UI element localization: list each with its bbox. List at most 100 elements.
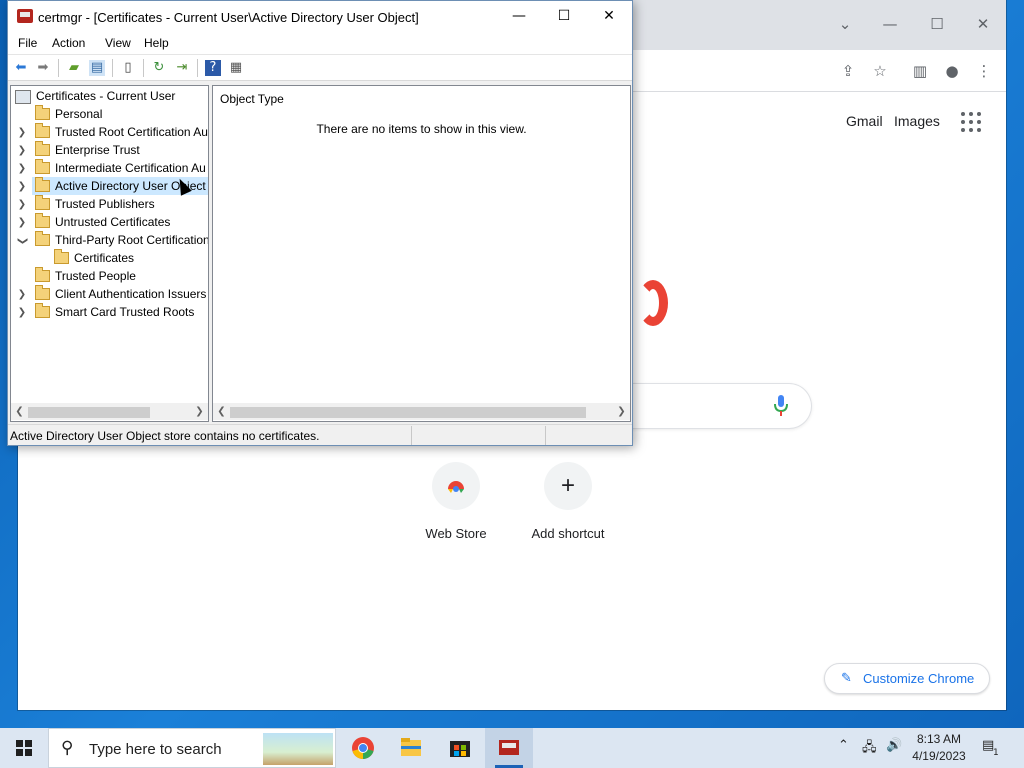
folder-icon: [35, 105, 50, 120]
console-tree: Certificates - Current User Personal ❯ T…: [10, 85, 209, 422]
tree-root[interactable]: Certificates - Current User: [11, 88, 208, 106]
scroll-left-icon[interactable]: ❮: [11, 403, 28, 420]
details-horizontal-scrollbar[interactable]: ❮ ❯: [213, 403, 630, 420]
taskbar: ⚲ Type here to search ⌃ 🖧 🔊 8:13 AM 4/19…: [0, 728, 1024, 768]
tree-item-certificates[interactable]: Certificates: [11, 249, 208, 268]
column-header-object-type[interactable]: Object Type: [220, 92, 284, 106]
certmgr-titlebar: certmgr - [Certificates - Current User\A…: [8, 1, 632, 32]
menu-bar: File Action View Help: [8, 32, 632, 54]
help-icon[interactable]: ?: [205, 60, 221, 76]
chevron-right-icon[interactable]: ❯: [16, 179, 28, 195]
gmail-link[interactable]: Gmail: [846, 113, 883, 129]
images-link[interactable]: Images: [894, 113, 940, 129]
tree-item-label: Intermediate Certification Au: [55, 161, 206, 175]
chevron-right-icon[interactable]: ❯: [16, 125, 28, 141]
menu-action[interactable]: Action: [52, 36, 85, 50]
tree-item-smart-card-roots[interactable]: ❯ Smart Card Trusted Roots: [11, 303, 208, 322]
tree-item-label: Trusted Publishers: [55, 197, 155, 211]
chevron-right-icon[interactable]: ❯: [16, 197, 28, 213]
export-list-icon[interactable]: ⇥: [174, 60, 190, 76]
maximize-icon[interactable]: ☐: [925, 12, 949, 36]
side-panel-icon[interactable]: ▥: [908, 59, 932, 83]
chevron-down-icon[interactable]: ❯: [14, 235, 30, 247]
chevron-right-icon[interactable]: ❯: [16, 215, 28, 231]
close-icon[interactable]: ✕: [971, 12, 995, 36]
toolbar-separator: [112, 59, 113, 77]
tree-item-third-party-root[interactable]: ❯ Third-Party Root Certification: [11, 231, 209, 250]
scroll-left-icon[interactable]: ❮: [213, 403, 230, 420]
star-icon[interactable]: ☆: [868, 59, 892, 83]
forward-arrow-icon[interactable]: ➡: [35, 60, 51, 76]
search-placeholder: Type here to search: [89, 741, 222, 758]
scrollbar-thumb[interactable]: [230, 407, 586, 418]
menu-file[interactable]: File: [18, 36, 37, 50]
taskbar-file-explorer[interactable]: [387, 728, 435, 768]
tree-item-label: Untrusted Certificates: [55, 215, 171, 229]
show-hide-console-tree-icon[interactable]: ▤: [89, 60, 105, 76]
folder-icon: [35, 267, 50, 282]
details-pane: Object Type There are no items to show i…: [212, 85, 631, 422]
volume-icon[interactable]: 🔊: [886, 738, 902, 753]
chevron-up-icon[interactable]: ⌃: [838, 738, 849, 753]
tree-item-intermediate[interactable]: ❯ Intermediate Certification Au: [11, 159, 208, 178]
taskbar-clock[interactable]: 8:13 AM 4/19/2023: [908, 731, 970, 765]
tree-item-label: Third-Party Root Certification: [55, 233, 209, 247]
tree-horizontal-scrollbar[interactable]: ❮ ❯: [11, 403, 208, 420]
customize-chrome-button[interactable]: ✎ Customize Chrome: [824, 663, 990, 694]
tree-item-label: Certificates: [74, 251, 135, 265]
shortcut-web-store[interactable]: Web Store: [401, 462, 511, 541]
chevron-right-icon[interactable]: ❯: [16, 143, 28, 159]
apps-grid-icon[interactable]: [961, 112, 981, 132]
window-title: certmgr - [Certificates - Current User\A…: [38, 10, 419, 25]
add-shortcut-button[interactable]: + Add shortcut: [513, 462, 623, 541]
share-icon[interactable]: ⇪: [836, 59, 860, 83]
tree-item-enterprise-trust[interactable]: ❯ Enterprise Trust: [11, 141, 208, 160]
chrome-webstore-icon: [432, 462, 480, 510]
tree-item-trusted-root[interactable]: ❯ Trusted Root Certification Au: [11, 123, 208, 142]
shortcut-label: Web Store: [425, 526, 487, 541]
tree-item-client-auth-issuers[interactable]: ❯ Client Authentication Issuers: [11, 285, 208, 304]
tree-item-untrusted[interactable]: ❯ Untrusted Certificates: [11, 213, 208, 232]
status-text: Active Directory User Object store conta…: [10, 429, 320, 443]
taskbar-store[interactable]: [436, 728, 484, 768]
scroll-right-icon[interactable]: ❯: [191, 403, 208, 420]
folder-icon: [35, 123, 50, 138]
network-icon[interactable]: 🖧: [862, 738, 877, 760]
scroll-right-icon[interactable]: ❯: [613, 403, 630, 420]
taskbar-certmgr[interactable]: [485, 728, 533, 768]
toolbar-separator: [143, 59, 144, 77]
up-folder-icon[interactable]: ▰: [66, 60, 82, 76]
folder-icon: [35, 285, 50, 300]
start-button[interactable]: [0, 728, 48, 768]
toolbar-separator: [197, 59, 198, 77]
menu-help[interactable]: Help: [144, 36, 169, 50]
profile-icon[interactable]: ●: [940, 59, 964, 83]
scrollbar-thumb[interactable]: [28, 407, 150, 418]
tree-item-label: Enterprise Trust: [55, 143, 140, 157]
minimize-icon[interactable]: —: [878, 12, 902, 36]
chevron-right-icon[interactable]: ❯: [16, 305, 28, 321]
minimize-button[interactable]: —: [496, 1, 542, 32]
maximize-button[interactable]: ☐: [541, 1, 587, 32]
plus-icon: +: [544, 462, 592, 510]
back-arrow-icon[interactable]: ⬅: [13, 60, 29, 76]
microphone-icon[interactable]: [774, 395, 788, 417]
search-highlight-image: [263, 733, 333, 765]
show-action-pane-icon[interactable]: ▦: [228, 60, 244, 76]
refresh-icon[interactable]: ↻: [151, 60, 167, 76]
menu-view[interactable]: View: [105, 36, 131, 50]
chevron-down-icon[interactable]: ⌄: [833, 12, 857, 36]
chevron-right-icon[interactable]: ❯: [16, 287, 28, 303]
taskbar-search-box[interactable]: ⚲ Type here to search: [48, 728, 336, 768]
taskbar-chrome[interactable]: [339, 728, 387, 768]
folder-icon: [35, 141, 50, 156]
tree-item-trusted-publishers[interactable]: ❯ Trusted Publishers: [11, 195, 208, 214]
clipboard-icon[interactable]: ▯: [120, 60, 136, 76]
tree-item-personal[interactable]: Personal: [11, 105, 208, 124]
kebab-menu-icon[interactable]: ⋮: [972, 59, 996, 83]
folder-icon: [35, 159, 50, 174]
folder-icon: [35, 303, 50, 318]
tree-item-trusted-people[interactable]: Trusted People: [11, 267, 208, 286]
close-button[interactable]: ✕: [586, 1, 632, 32]
chevron-right-icon[interactable]: ❯: [16, 161, 28, 177]
